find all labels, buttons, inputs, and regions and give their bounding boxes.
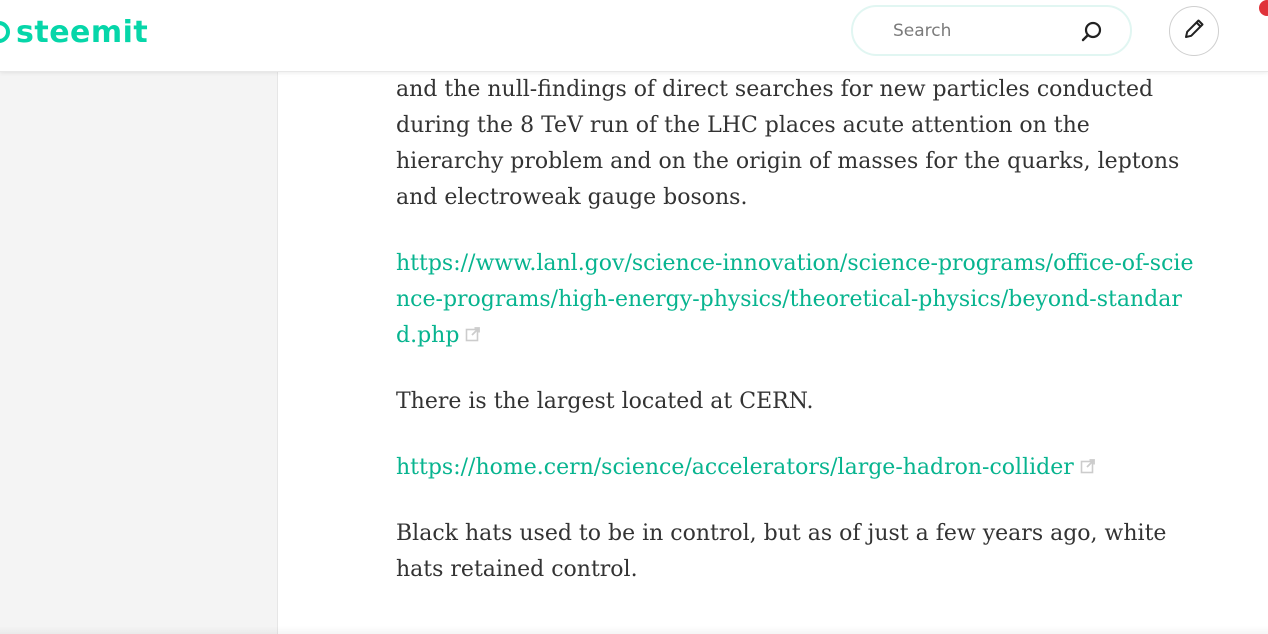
write-post-button[interactable] — [1169, 6, 1219, 56]
external-link-icon — [1080, 450, 1096, 486]
article-paragraph: Black hats used to be in control, but as… — [396, 521, 1167, 582]
article-link-paragraph: https://www.lanl.gov/science-innovation/… — [396, 246, 1196, 354]
logo-icon — [0, 21, 10, 43]
logo-text: steemit — [16, 14, 149, 50]
left-sidebar — [0, 0, 278, 634]
top-navigation-bar: steemit — [0, 0, 1268, 72]
notification-badge[interactable] — [1259, 0, 1268, 16]
search-box[interactable] — [851, 5, 1132, 56]
article-link-paragraph: https://home.cern/science/accelerators/l… — [396, 450, 1196, 486]
article-body: form of new particles or anomalies. The … — [396, 36, 1196, 618]
steemit-logo[interactable]: steemit — [0, 10, 148, 54]
external-link-icon — [465, 318, 481, 354]
cern-link[interactable]: https://home.cern/science/accelerators/l… — [396, 455, 1074, 480]
bottom-shadow — [0, 626, 1268, 634]
lanl-link[interactable]: https://www.lanl.gov/science-innovation/… — [396, 251, 1193, 348]
search-icon[interactable] — [1080, 20, 1104, 44]
pencil-icon — [1182, 17, 1206, 45]
article-paragraph: There is the largest located at CERN. — [396, 389, 814, 414]
search-input[interactable] — [891, 14, 1075, 47]
